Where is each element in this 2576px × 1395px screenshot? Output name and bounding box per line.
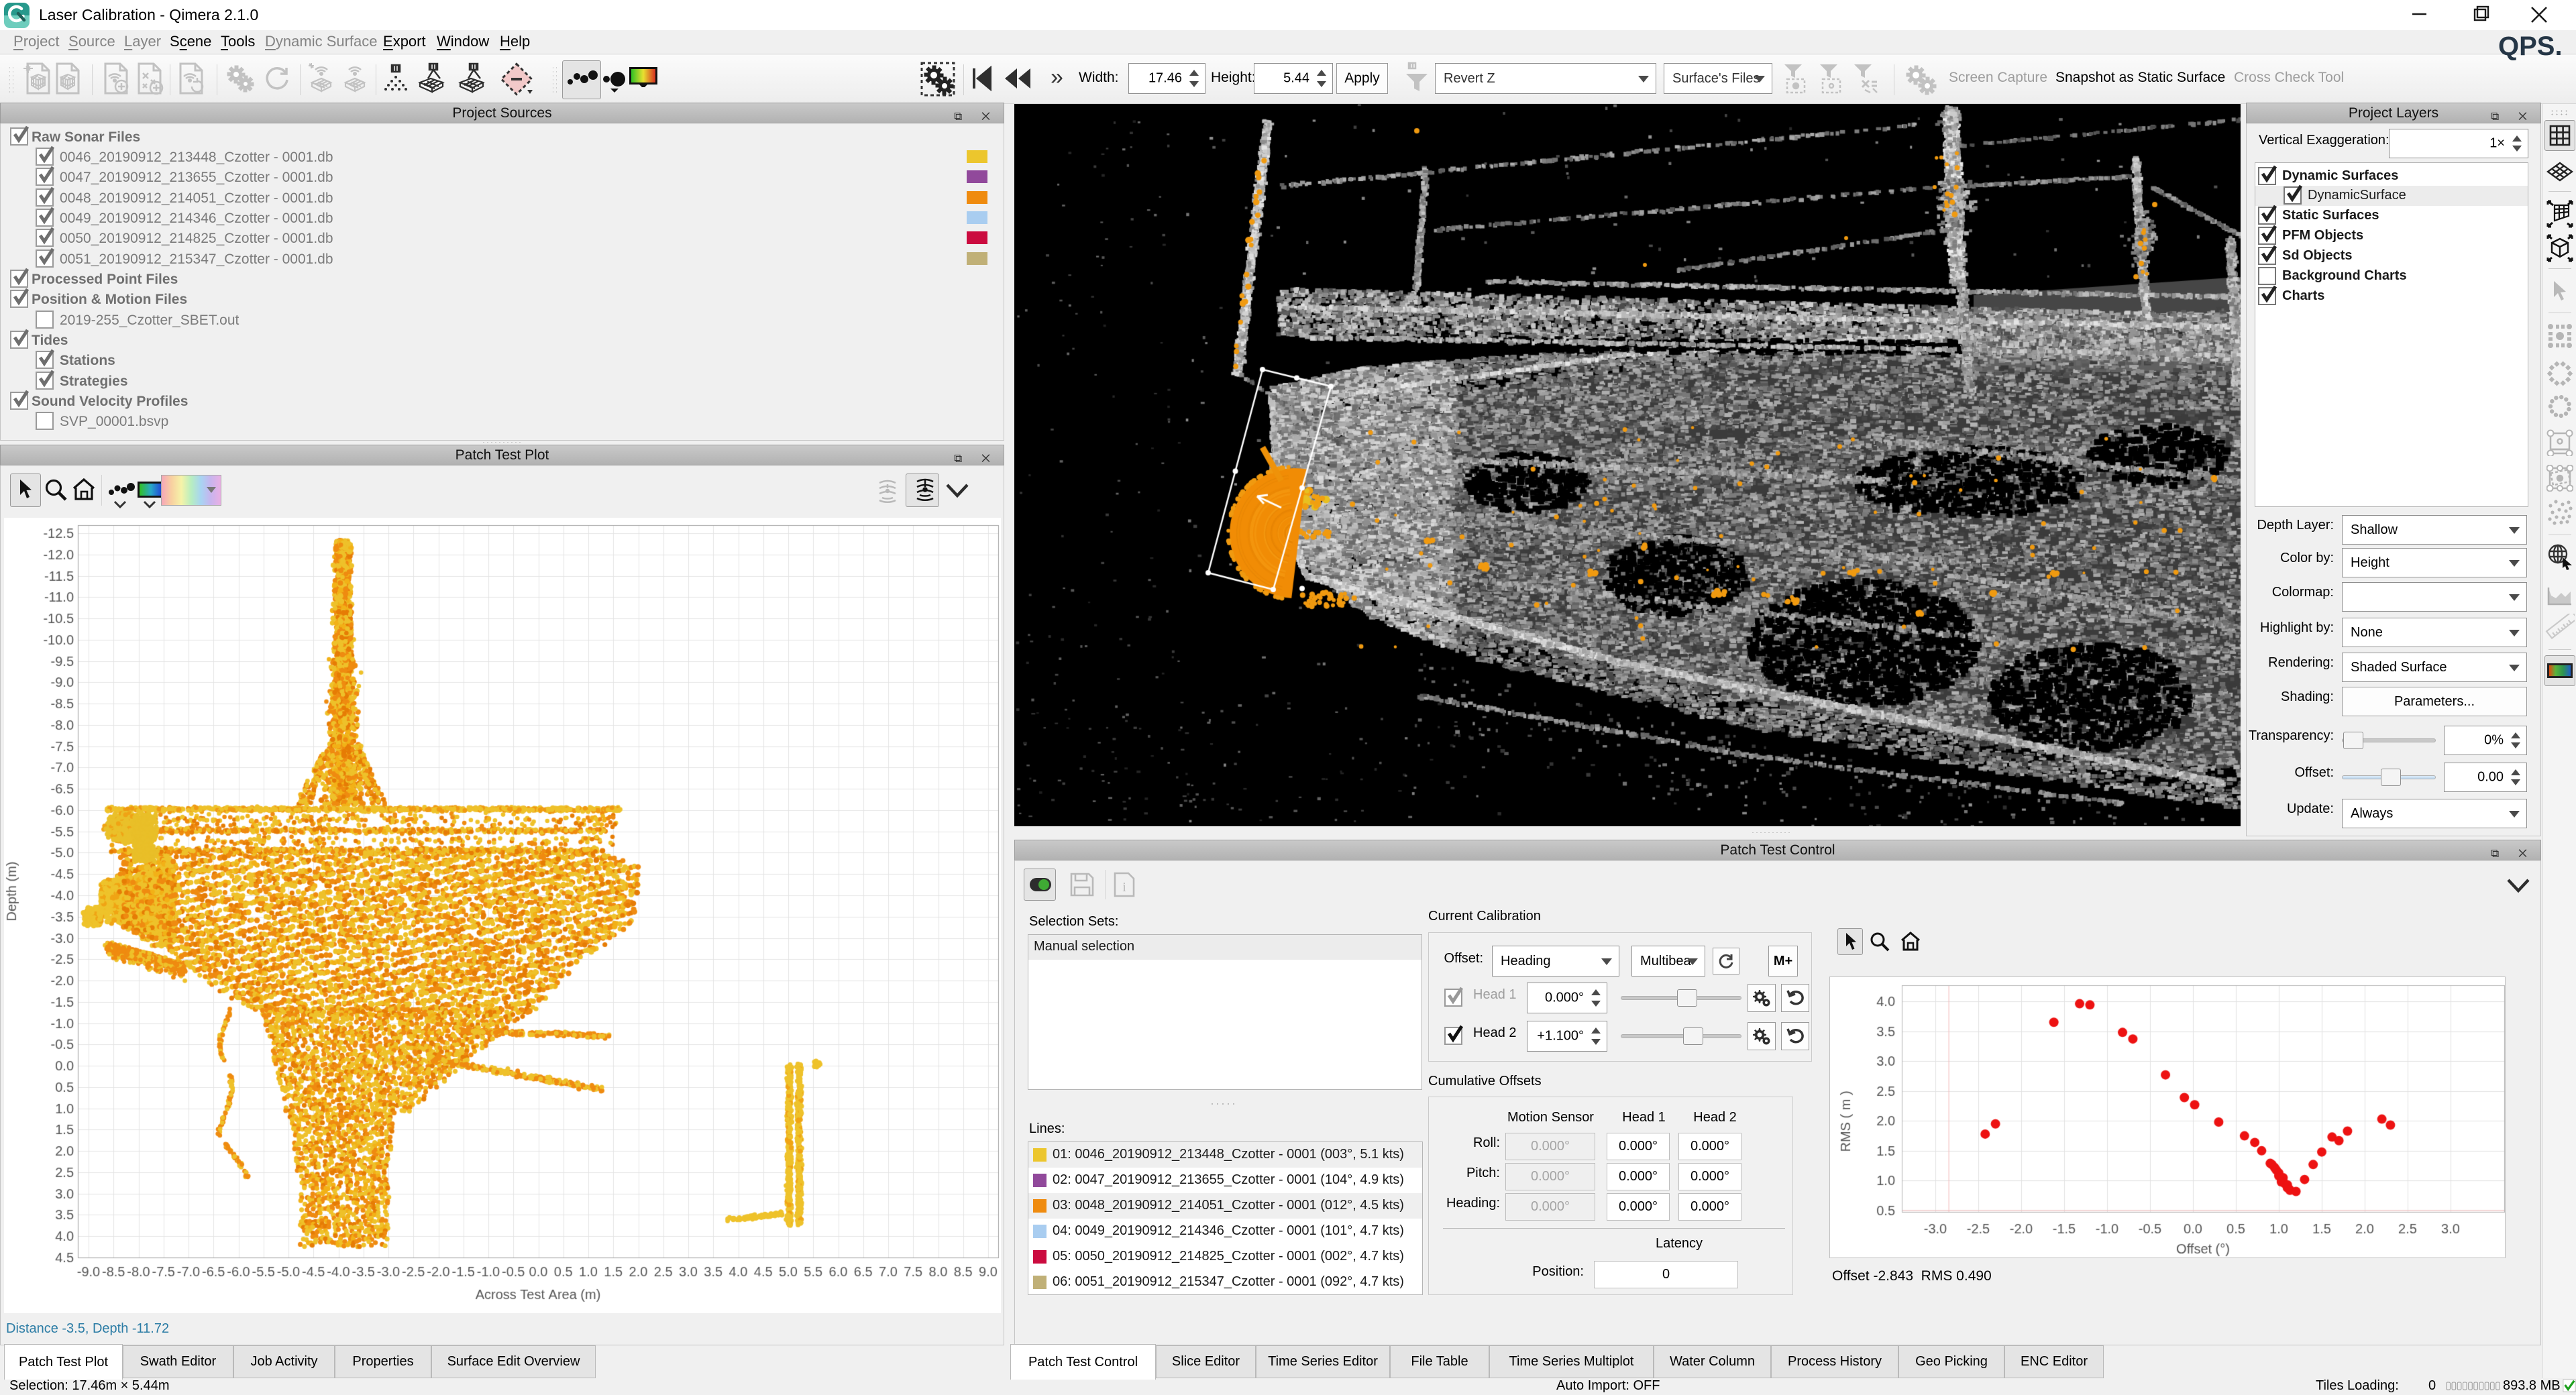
svg-text:»: » [1051,67,1063,90]
svg-text:i: i [1122,880,1126,895]
